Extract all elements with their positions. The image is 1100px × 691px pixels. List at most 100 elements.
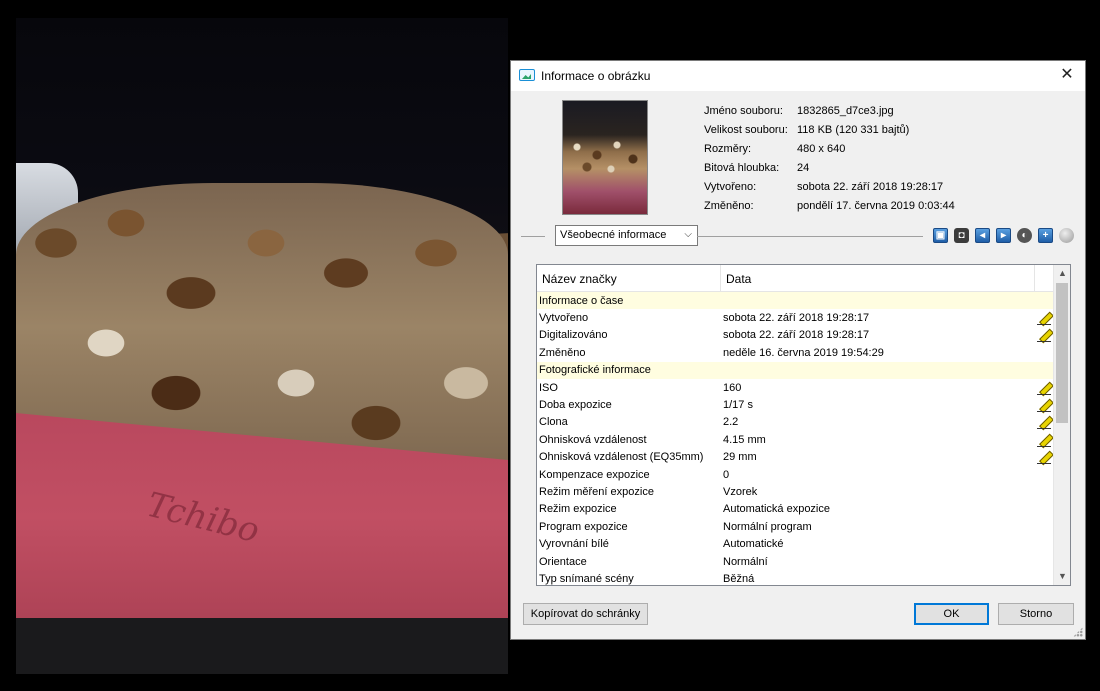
separator-line [521,236,545,237]
table-section-row[interactable]: Informace o čase [537,292,1053,310]
tag-data-cell: Běžná [723,572,755,585]
add-icon[interactable]: + [1038,228,1053,243]
tag-name-cell: Clona [539,416,568,429]
pencil-icon[interactable] [1037,398,1051,413]
tag-name-cell: Doba expozice [539,399,612,412]
view-bar: Všeobecné informace ⌵ ▣ ◘ ◂ ▸ ◐ + [521,225,1076,247]
pencil-icon[interactable] [1037,328,1051,343]
edit-cell [1035,450,1053,465]
table-section-row[interactable]: Fotografické informace [537,361,1053,379]
tag-name-cell: Vytvořeno [539,312,589,325]
tag-name-cell: Orientace [539,555,587,568]
vertical-scrollbar[interactable]: ▲ ▼ [1053,265,1070,585]
tag-data-cell: 4.15 mm [723,433,766,446]
file-info-row: Jméno souboru: 1832865_d7ce3.jpg [704,105,955,124]
pencil-icon[interactable] [1037,415,1051,430]
cancel-button[interactable]: Storno [998,603,1074,625]
background-photo: Tchibo [16,18,508,674]
file-info-row: Vytvořeno: sobota 22. září 2018 19:28:17 [704,181,955,200]
chevron-down-icon: ⌵ [684,229,692,240]
tag-name-cell: Režim měření expozice [539,485,654,498]
view-select-value: Všeobecné informace [560,229,667,241]
table-row[interactable]: Program expozice Normální program [537,518,1053,535]
table-row[interactable]: Změněno neděle 16. června 2019 19:54:29 [537,344,1053,361]
tag-name-cell: Režim expozice [539,503,617,516]
table-row[interactable]: Clona 2.2 [537,414,1053,431]
table-header: Název značky Data [537,265,1070,292]
save-icon[interactable]: ▣ [933,228,948,243]
tag-name-cell: ISO [539,381,558,394]
pencil-icon[interactable] [1037,381,1051,395]
edit-cell [1035,381,1053,395]
first-icon[interactable]: ◂ [975,228,990,243]
pencil-icon[interactable] [1037,450,1051,465]
next-icon[interactable]: ▸ [996,228,1011,243]
pencil-icon[interactable] [1037,311,1051,326]
table-row[interactable]: Vytvořeno sobota 22. září 2018 19:28:17 [537,309,1053,326]
scrollbar-thumb[interactable] [1056,283,1068,423]
edit-cell [1035,433,1053,447]
toolbar: ▣ ◘ ◂ ▸ ◐ + [933,228,1074,243]
file-info-label: Jméno souboru: [704,105,783,117]
edit-cell [1035,398,1053,413]
table-body: Informace o čase Vytvořeno sobota 22. září… [537,292,1053,585]
tag-name-cell: Vyrovnání bílé [539,538,609,551]
tag-data-cell: 1/17 s [723,399,753,412]
tag-data-cell: Vzorek [723,485,758,498]
file-info-value: 118 KB (120 331 bajtů) [797,124,910,136]
file-info-value: 480 x 640 [797,143,846,155]
scroll-down-icon[interactable]: ▼ [1054,568,1070,585]
table-row[interactable]: Kompenzace expozice 0 [537,466,1053,483]
scroll-up-icon[interactable]: ▲ [1054,265,1070,282]
file-info-label: Změněno: [704,200,754,212]
tag-name-cell: Ohnisková vzdálenost (EQ35mm) [539,451,704,464]
tag-name-cell: Změněno [539,346,586,359]
copy-to-clipboard-button[interactable]: Kopírovat do schránky [523,603,648,625]
edit-cell [1035,311,1053,326]
map-icon[interactable]: ◐ [1017,228,1032,243]
file-info-label: Bitová hloubka: [704,162,780,174]
table-row[interactable]: ISO 160 [537,379,1053,396]
info-icon[interactable] [1059,228,1074,243]
table-row[interactable]: Ohnisková vzdálenost 4.15 mm [537,431,1053,448]
table-row[interactable]: Typ snímané scény Běžná [537,570,1053,585]
tag-data-cell: 160 [723,381,742,394]
table-row[interactable]: Režim expozice Automatická expozice [537,501,1053,518]
close-icon[interactable]: ✕ [1057,65,1077,85]
tag-table: Název značky Data Informace o čase Vytvoř… [536,264,1071,586]
file-info-panel: Jméno souboru: 1832865_d7ce3.jpg Velikost … [704,105,955,219]
file-info-value: sobota 22. září 2018 19:28:17 [797,181,944,193]
table-row[interactable]: Režim měření expozice Vzorek [537,483,1053,500]
file-info-row: Změněno: pondělí 17. června 2019 0:03:44 [704,200,955,219]
tag-data-cell: Automatická expozice [723,503,830,516]
file-info-value: pondělí 17. června 2019 0:03:44 [797,200,955,212]
resize-grip[interactable] [1073,627,1083,637]
tag-name-cell: Digitalizováno [539,329,608,342]
table-row[interactable]: Vyrovnání bílé Automatické [537,535,1053,552]
tag-data-cell: neděle 16. června 2019 19:54:29 [723,346,884,359]
tag-name-cell: Ohnisková vzdálenost [539,433,647,446]
tag-name-cell: Kompenzace expozice [539,468,650,481]
image-app-icon [519,69,535,81]
tag-data-cell: 0 [723,468,730,481]
tag-data-cell: Normální [723,555,768,568]
file-info-label: Velikost souboru: [704,124,788,136]
tag-data-cell: 29 mm [723,451,757,464]
column-header-name[interactable]: Název značky [537,265,721,291]
tag-data-cell: 2.2 [723,416,739,429]
table-row[interactable]: Doba expozice 1/17 s [537,396,1053,413]
table-row[interactable]: Orientace Normální [537,553,1053,570]
table-row[interactable]: Ohnisková vzdálenost (EQ35mm) 29 mm [537,449,1053,466]
file-info-row: Velikost souboru: 118 KB (120 331 bajtů) [704,124,955,143]
title-bar[interactable]: Informace o obrázku ✕ [511,61,1085,91]
ok-button[interactable]: OK [914,603,989,625]
separator-line [697,236,923,237]
pencil-icon[interactable] [1037,433,1051,447]
image-info-dialog: Informace o obrázku ✕ Jméno souboru: 1832… [510,60,1086,640]
view-select[interactable]: Všeobecné informace ⌵ [555,225,698,246]
thumbnail-mushrooms [567,137,645,177]
table-row[interactable]: Digitalizováno sobota 22. září 2018 19:28… [537,327,1053,344]
column-header-data[interactable]: Data [721,265,1035,291]
camera-icon[interactable]: ◘ [954,228,969,243]
window-title: Informace o obrázku [541,69,651,83]
